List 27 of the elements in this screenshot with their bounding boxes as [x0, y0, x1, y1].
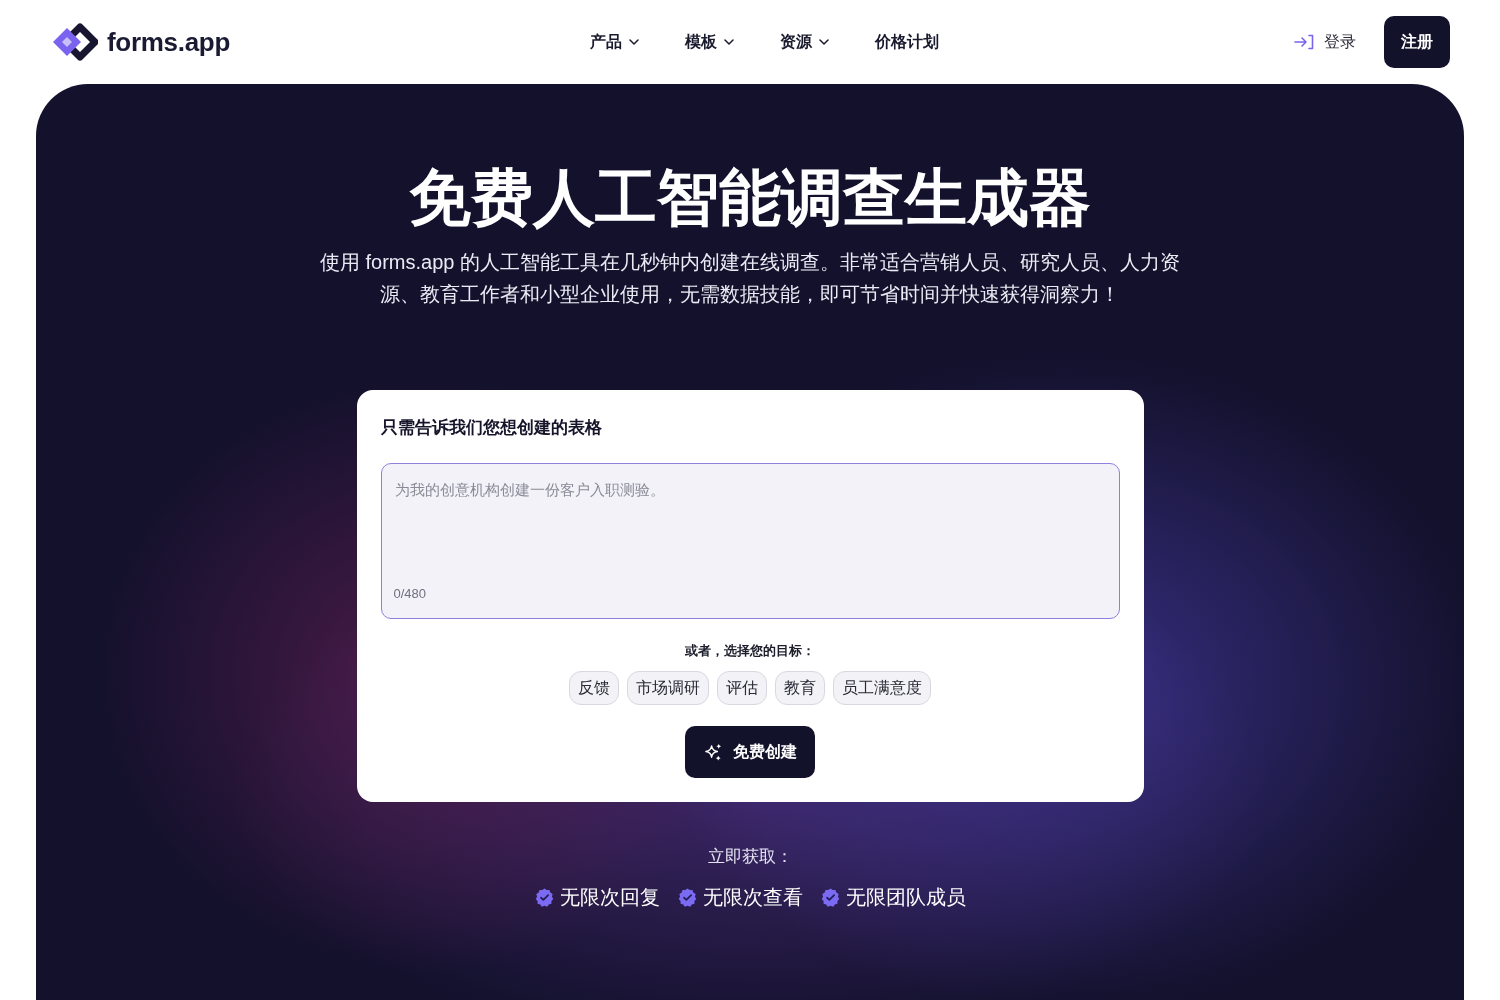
goals-label: 或者，选择您的目标：	[684, 642, 816, 660]
nav-link[interactable]: 模板	[684, 31, 734, 53]
goal-chip[interactable]: 反馈	[569, 671, 619, 705]
check-badge-icon	[677, 887, 697, 907]
card-heading: 只需告诉我们您想创建的表格	[380, 417, 603, 439]
create-button[interactable]: 免费创建	[685, 726, 815, 778]
benefit-text: 无限次查看	[702, 885, 803, 910]
check-badge-icon	[534, 887, 554, 907]
nav-link[interactable]: 资源	[779, 31, 829, 53]
goal-chip[interactable]: 评估	[717, 671, 767, 705]
hero-title: 免费人工智能调查生成器	[409, 162, 1091, 234]
goal-chip[interactable]: 市场调研	[627, 671, 709, 705]
signup-button[interactable]: 注册	[1384, 16, 1450, 68]
login-icon	[1294, 34, 1314, 50]
sparkle-icon	[704, 742, 723, 762]
nav-link[interactable]: 价格计划	[874, 31, 939, 53]
nav-link[interactable]: 产品	[589, 31, 639, 53]
check-badge-icon	[820, 887, 840, 907]
benefit-text: 无限团队成员	[845, 885, 966, 910]
character-counter: 0/480	[393, 585, 427, 603]
goal-chip[interactable]: 员工满意度	[833, 671, 931, 705]
login-link[interactable]: 登录	[1294, 31, 1356, 53]
hero-subtitle: 使用 forms.app 的人工智能工具在几秒钟内创建在线调查。非常适合营销人员、研究人员、人力资源、教育工作者和小型企业使用，无需数据技能，即可节省时间并快速获得洞察力！	[318, 250, 1181, 307]
goal-chip[interactable]: 教育	[775, 671, 825, 705]
logo-text[interactable]: forms.app	[107, 26, 230, 58]
benefit-text: 无限次回复	[559, 885, 660, 910]
benefits-label: 立即获取：	[707, 846, 793, 868]
